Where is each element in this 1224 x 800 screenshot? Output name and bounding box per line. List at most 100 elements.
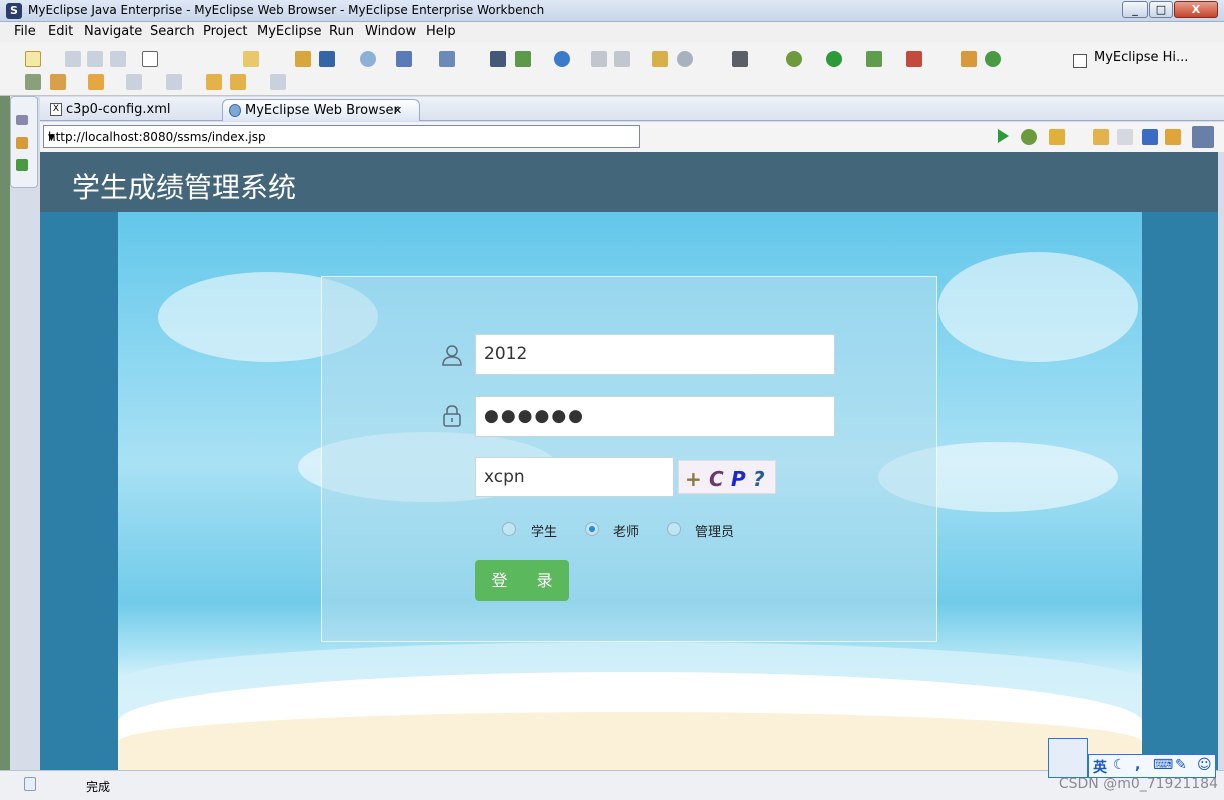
print-icon[interactable] <box>110 51 126 67</box>
menu-navigate[interactable]: Navigate <box>84 24 142 39</box>
tool-icon-c[interactable] <box>652 51 668 67</box>
external-tools-icon[interactable] <box>906 51 922 67</box>
save-icon[interactable] <box>65 51 81 67</box>
chevron-down-icon[interactable]: ▼ <box>48 133 635 143</box>
open-type-icon[interactable] <box>25 74 41 90</box>
wizard-icon[interactable] <box>396 51 412 67</box>
url-input[interactable]: http://localhost:8080/ssms/index.jsp ▼ <box>43 125 640 148</box>
forward-icon[interactable] <box>270 74 286 90</box>
new-icon[interactable] <box>25 51 41 67</box>
go-icon[interactable] <box>998 129 1009 143</box>
back-icon[interactable] <box>230 74 246 90</box>
run-icon[interactable] <box>826 51 842 67</box>
captcha-image[interactable]: + C P ? <box>678 460 776 494</box>
stop-icon[interactable] <box>1142 129 1158 145</box>
db-icon[interactable] <box>490 51 506 67</box>
debug-icon[interactable] <box>786 51 802 67</box>
window-titlebar: S MyEclipse Java Enterprise - MyEclipse … <box>0 0 1224 22</box>
fast-view-icon[interactable] <box>24 777 36 791</box>
tab-c3p0-config[interactable]: X c3p0-config.xml <box>44 99 180 121</box>
tool-icon-b[interactable] <box>614 51 630 67</box>
hierarchy-icon[interactable] <box>16 159 28 171</box>
role-label-teacher: 老师 <box>613 525 640 540</box>
prev-annotation-icon[interactable] <box>166 74 182 90</box>
favorites-icon[interactable] <box>1049 129 1065 145</box>
user-icon <box>442 345 462 366</box>
refresh-icon[interactable] <box>985 51 1001 67</box>
captcha-input[interactable]: xcpn <box>475 457 674 497</box>
punctuation-icon[interactable]: , <box>1135 757 1140 773</box>
wrench-icon[interactable]: ✎ <box>1175 757 1187 773</box>
new-project-icon[interactable] <box>243 51 259 67</box>
new-class-icon[interactable] <box>961 51 977 67</box>
csdn-watermark: CSDN @m0_71921184 <box>1058 776 1218 792</box>
eclipse-logo-icon <box>1192 126 1214 148</box>
ime-toolbar: 英 ☾ , ⌨ ✎ ☺ <box>1088 754 1216 778</box>
web-page: 学生成绩管理系统 2012 ●●●●●● xcpn + C P ? 学生 老师 … <box>40 152 1218 770</box>
menu-project[interactable]: Project <box>203 24 247 39</box>
radio-student[interactable] <box>502 522 516 536</box>
tab-web-browser[interactable]: MyEclipse Web Browser ✕ <box>222 99 420 121</box>
debug-page-icon[interactable] <box>1021 129 1037 145</box>
browser-globe-icon[interactable] <box>554 51 570 67</box>
window-title: MyEclipse Java Enterprise - MyEclipse We… <box>28 3 545 17</box>
tab-label: MyEclipse Web Browser <box>245 103 399 118</box>
restore-icon[interactable] <box>16 115 28 125</box>
password-input[interactable]: ●●●●●● <box>475 396 835 437</box>
login-button[interactable]: 登 录 <box>475 560 569 601</box>
tool-icon-d[interactable] <box>677 51 693 67</box>
menu-file[interactable]: File <box>14 24 36 39</box>
binary-icon[interactable] <box>142 51 158 67</box>
role-label-student: 学生 <box>531 525 558 540</box>
web-icon[interactable] <box>360 51 376 67</box>
next-annotation-icon[interactable] <box>126 74 142 90</box>
menu-myeclipse[interactable]: MyEclipse <box>257 24 322 39</box>
captcha-char: ? <box>753 467 765 491</box>
close-tab-icon[interactable]: ✕ <box>393 101 402 121</box>
run-coverage-icon[interactable] <box>866 51 882 67</box>
browser-back-icon[interactable] <box>1093 129 1109 145</box>
deploy-icon[interactable] <box>295 51 311 67</box>
qq-icon[interactable] <box>1048 738 1088 778</box>
wizard2-icon[interactable] <box>439 51 455 67</box>
task-icon[interactable] <box>50 74 66 90</box>
package-explorer-icon[interactable] <box>16 137 28 149</box>
xml-file-icon: X <box>50 103 62 116</box>
search-tool-icon[interactable] <box>88 74 104 90</box>
perspective-label[interactable]: MyEclipse Hi... <box>1094 50 1188 65</box>
menu-window[interactable]: Window <box>365 24 416 39</box>
menu-help[interactable]: Help <box>426 24 456 39</box>
globe-icon <box>229 104 241 117</box>
minimized-views <box>10 96 38 188</box>
moon-icon[interactable]: ☾ <box>1113 757 1126 773</box>
radio-teacher[interactable] <box>585 522 599 536</box>
ime-language[interactable]: 英 <box>1093 757 1107 777</box>
reload-icon[interactable] <box>1165 129 1181 145</box>
smile-icon[interactable]: ☺ <box>1197 757 1212 773</box>
server-icon[interactable] <box>319 51 335 67</box>
status-text: 完成 <box>86 780 111 794</box>
captcha-char: C <box>709 467 724 491</box>
close-button[interactable]: X <box>1174 1 1218 18</box>
radio-admin[interactable] <box>667 522 681 536</box>
open-perspective-icon[interactable] <box>1073 54 1087 68</box>
sand <box>118 712 1142 770</box>
menu-search[interactable]: Search <box>150 24 195 39</box>
minimize-button[interactable]: _ <box>1122 1 1148 18</box>
browser-address-bar: http://localhost:8080/ssms/index.jsp ▼ <box>40 122 1224 152</box>
export-icon[interactable] <box>515 51 531 67</box>
save-all-icon[interactable] <box>87 51 103 67</box>
menu-bar: File Edit Navigate Search Project MyEcli… <box>0 22 1224 42</box>
role-label-admin: 管理员 <box>695 525 735 540</box>
browser-forward-icon[interactable] <box>1117 129 1133 145</box>
camera-icon[interactable] <box>732 51 748 67</box>
maximize-button[interactable]: □ <box>1149 1 1173 18</box>
tool-icon-a[interactable] <box>591 51 607 67</box>
menu-run[interactable]: Run <box>329 24 354 39</box>
captcha-char: + <box>685 467 702 491</box>
left-trim <box>0 96 10 770</box>
username-input[interactable]: 2012 <box>475 334 835 375</box>
keyboard-icon[interactable]: ⌨ <box>1153 757 1173 773</box>
menu-edit[interactable]: Edit <box>48 24 73 39</box>
last-edit-icon[interactable] <box>206 74 222 90</box>
